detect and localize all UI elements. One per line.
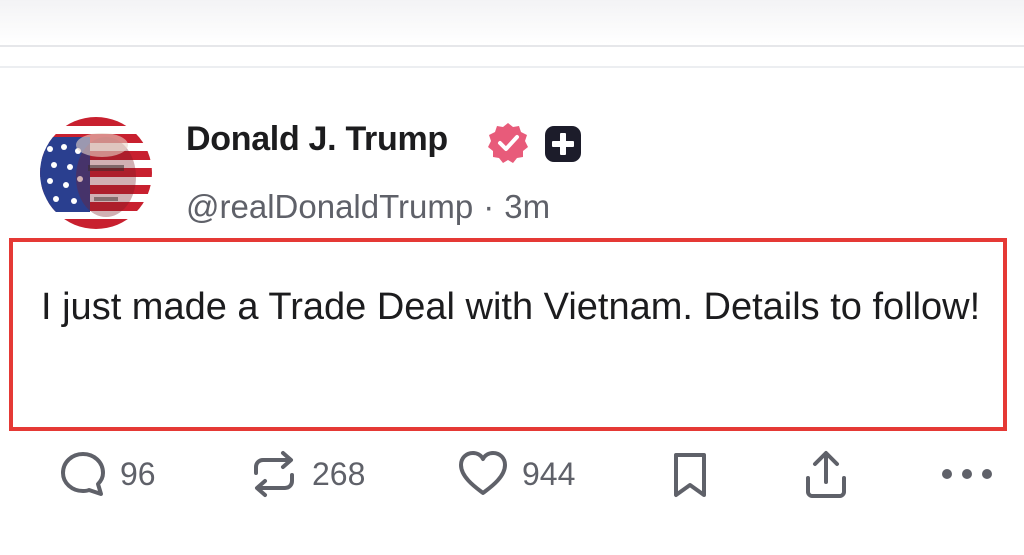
share-icon [806,451,846,498]
like-count: 944 [522,455,576,492]
share-button[interactable] [801,449,851,499]
post-text: I just made a Trade Deal with Vietnam. D… [41,286,981,328]
author-handle-line: @realDonaldTrump · 3m [186,188,550,226]
plus-icon [545,126,581,162]
bookmark-icon [674,453,706,497]
repost-button[interactable]: 268 [248,449,365,499]
reply-icon [61,452,105,496]
top-divider [0,45,1024,47]
more-icon [942,469,992,479]
author-handle[interactable]: @realDonaldTrump [186,188,473,225]
more-button[interactable] [937,449,997,499]
repost-count: 268 [312,455,366,492]
reply-count: 96 [120,455,156,492]
verified-icon [488,123,528,163]
post-screen: Donald J. Trump @realDonaldTrump · 3m I ju… [0,0,1024,555]
post-time[interactable]: 3m [504,188,550,225]
like-button[interactable]: 944 [456,449,575,499]
reply-button[interactable]: 96 [58,449,156,499]
top-blurred-strip [0,0,1024,44]
meta-separator: · [483,188,495,225]
avatar[interactable] [40,117,152,229]
bookmark-button[interactable] [668,449,712,499]
post-divider [0,66,1024,68]
repost-icon [254,451,294,497]
highlight-box [9,238,1007,431]
avatar-image [40,117,152,229]
heart-icon [459,451,507,495]
author-name[interactable]: Donald J. Trump [186,120,448,159]
